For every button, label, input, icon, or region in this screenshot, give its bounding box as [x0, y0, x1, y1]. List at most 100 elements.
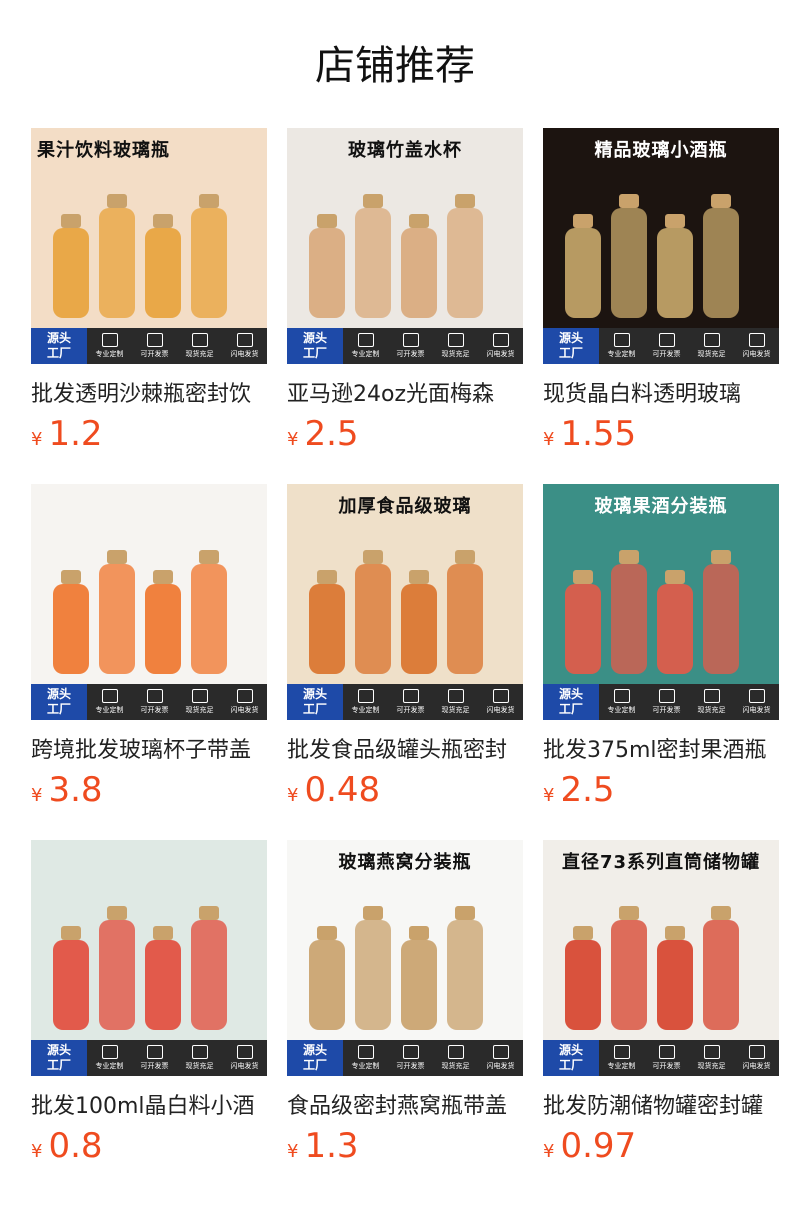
product-card[interactable]: 玻璃果酒分装瓶 源头 工厂 专业定制 可开发票 现货充足 闪电发货 批发375ml密封果酒瓶 ¥…: [543, 484, 779, 808]
badge-strip: 源头 工厂 专业定制 可开发票 现货充足 闪电发货: [287, 328, 523, 364]
source-factory-badge: 源头 工厂: [31, 1040, 87, 1076]
feature-badge: 现货充足: [433, 1040, 478, 1076]
factory-icon: [613, 333, 630, 347]
price-value: 1.2: [48, 414, 103, 454]
feature-label: 专业定制: [607, 350, 636, 358]
feature-badge: 专业定制: [343, 684, 388, 720]
feature-badge: 可开发票: [132, 328, 177, 364]
price-value: 2.5: [560, 770, 615, 810]
product-name[interactable]: 批发375ml密封果酒瓶: [543, 736, 779, 766]
feature-label: 闪电发货: [742, 350, 771, 358]
bottle-cap: [409, 214, 429, 228]
bottle-cap: [107, 906, 127, 920]
bottle-shape: [657, 940, 693, 1030]
gear-icon: [236, 1045, 253, 1059]
product-card[interactable]: 精品玻璃小酒瓶 源头 工厂 专业定制 可开发票 现货充足 闪电发货 现货晶白料透明玻璃 ¥1.5…: [543, 128, 779, 452]
product-card[interactable]: 玻璃竹盖水杯 源头 工厂 专业定制 可开发票 现货充足 闪电发货 亚马逊24oz光面梅森 ¥2.…: [287, 128, 523, 452]
product-card[interactable]: 源头 工厂 专业定制 可开发票 现货充足 闪电发货批发100ml晶白料小酒 ¥0.8: [31, 840, 267, 1164]
source-factory-badge: 源头 工厂: [543, 684, 599, 720]
product-name[interactable]: 批发透明沙棘瓶密封饮: [31, 380, 267, 410]
price-value: 1.3: [304, 1126, 359, 1166]
product-image[interactable]: 精品玻璃小酒瓶 源头 工厂 专业定制 可开发票 现货充足 闪电发货: [543, 128, 779, 364]
bottle-shape: [565, 584, 601, 674]
product-photo: [53, 550, 227, 674]
feature-label: 现货充足: [697, 1062, 726, 1070]
currency-symbol: ¥: [543, 785, 555, 806]
feature-badge: 可开发票: [388, 684, 433, 720]
product-image[interactable]: 直径73系列直筒储物罐 源头 工厂 专业定制 可开发票 现货充足 闪电发货: [543, 840, 779, 1076]
source-badge-line1: 源头: [302, 1043, 327, 1057]
product-image[interactable]: 源头 工厂 专业定制 可开发票 现货充足 闪电发货: [31, 840, 267, 1076]
feature-badge: 可开发票: [644, 328, 689, 364]
product-price: ¥0.8: [31, 1128, 267, 1164]
feature-badge: 专业定制: [599, 684, 644, 720]
product-name[interactable]: 跨境批发玻璃杯子带盖: [31, 736, 267, 766]
feature-label: 可开发票: [652, 706, 681, 714]
product-image[interactable]: 果汁饮料玻璃瓶 源头 工厂 专业定制 可开发票 现货充足 闪电发货: [31, 128, 267, 364]
bottle-cap: [409, 926, 429, 940]
product-card[interactable]: 玻璃燕窝分装瓶 源头 工厂 专业定制 可开发票 现货充足 闪电发货食品级密封燕窝瓶带盖 ¥1.…: [287, 840, 523, 1164]
bottle-shape: [447, 208, 483, 318]
product-name[interactable]: 食品级密封燕窝瓶带盖: [287, 1092, 523, 1122]
gear-icon: [236, 333, 253, 347]
source-badge-line1: 源头: [46, 687, 71, 701]
currency-symbol: ¥: [287, 1141, 299, 1162]
product-image[interactable]: 玻璃竹盖水杯源头 工厂 专业定制 可开发票 现货充足 闪电发货: [287, 128, 523, 364]
warehouse-icon: [703, 689, 720, 703]
currency-symbol: ¥: [543, 429, 555, 450]
feature-badge: 闪电发货: [734, 328, 779, 364]
bottle-shape: [447, 920, 483, 1030]
image-caption: 果汁饮料玻璃瓶: [37, 140, 170, 161]
price-value: 1.55: [560, 414, 637, 454]
feature-badge: 闪电发货: [478, 328, 523, 364]
feature-label: 可开发票: [140, 350, 169, 358]
product-name[interactable]: 批发防潮储物罐密封罐: [543, 1092, 779, 1122]
source-badge-line1: 源头: [46, 331, 71, 345]
feature-badge: 可开发票: [132, 684, 177, 720]
bottle-cap: [573, 214, 593, 228]
product-name[interactable]: 批发食品级罐头瓶密封: [287, 736, 523, 766]
bottle-shape: [401, 228, 437, 318]
bottle-cap: [619, 550, 639, 564]
bottle-cap: [711, 550, 731, 564]
product-card[interactable]: 直径73系列直筒储物罐 源头 工厂 专业定制 可开发票 现货充足 闪电发货批发防潮储物罐密封…: [543, 840, 779, 1164]
product-card[interactable]: 果汁饮料玻璃瓶 源头 工厂 专业定制 可开发票 现货充足 闪电发货 批发透明沙棘瓶密封饮 ¥1.…: [31, 128, 267, 452]
feature-badge: 专业定制: [87, 1040, 132, 1076]
badge-strip: 源头 工厂 专业定制 可开发票 现货充足 闪电发货: [287, 1040, 523, 1076]
bottle-shape: [53, 228, 89, 318]
feature-badge: 可开发票: [132, 1040, 177, 1076]
bottle-cap: [573, 926, 593, 940]
feature-label: 专业定制: [607, 706, 636, 714]
bottle-shape: [703, 564, 739, 674]
feature-badge: 可开发票: [388, 328, 433, 364]
source-factory-badge: 源头 工厂: [543, 328, 599, 364]
product-image[interactable]: 玻璃燕窝分装瓶 源头 工厂 专业定制 可开发票 现货充足 闪电发货: [287, 840, 523, 1076]
bottle-shape: [401, 584, 437, 674]
gear-icon: [492, 333, 509, 347]
source-badge-line2: 工厂: [558, 702, 583, 716]
image-caption: 精品玻璃小酒瓶: [594, 140, 728, 161]
product-image[interactable]: 玻璃果酒分装瓶 源头 工厂 专业定制 可开发票 现货充足 闪电发货: [543, 484, 779, 720]
gear-icon: [748, 689, 765, 703]
product-name[interactable]: 亚马逊24oz光面梅森: [287, 380, 523, 410]
badge-strip: 源头 工厂 专业定制 可开发票 现货充足 闪电发货: [543, 1040, 779, 1076]
warehouse-icon: [703, 333, 720, 347]
image-caption: 玻璃竹盖水杯: [348, 140, 462, 161]
product-card[interactable]: 源头 工厂 专业定制 可开发票 现货充足 闪电发货跨境批发玻璃杯子带盖 ¥3.8: [31, 484, 267, 808]
bottle-shape: [657, 228, 693, 318]
product-name[interactable]: 现货晶白料透明玻璃: [543, 380, 779, 410]
warehouse-icon: [703, 1045, 720, 1059]
product-image[interactable]: 源头 工厂 专业定制 可开发票 现货充足 闪电发货: [31, 484, 267, 720]
product-card[interactable]: 加厚食品级玻璃 源头 工厂 专业定制 可开发票 现货充足 闪电发货 批发食品级罐头瓶密封 ¥0.…: [287, 484, 523, 808]
factory-icon: [357, 333, 374, 347]
factory-icon: [613, 1045, 630, 1059]
product-price: ¥3.8: [31, 772, 267, 808]
product-name[interactable]: 批发100ml晶白料小酒: [31, 1092, 267, 1122]
feature-label: 闪电发货: [486, 1062, 515, 1070]
product-image[interactable]: 加厚食品级玻璃 源头 工厂 专业定制 可开发票 现货充足 闪电发货: [287, 484, 523, 720]
factory-icon: [613, 689, 630, 703]
bottle-shape: [145, 940, 181, 1030]
feature-badge: 可开发票: [644, 1040, 689, 1076]
currency-symbol: ¥: [287, 785, 299, 806]
bottle-cap: [711, 906, 731, 920]
